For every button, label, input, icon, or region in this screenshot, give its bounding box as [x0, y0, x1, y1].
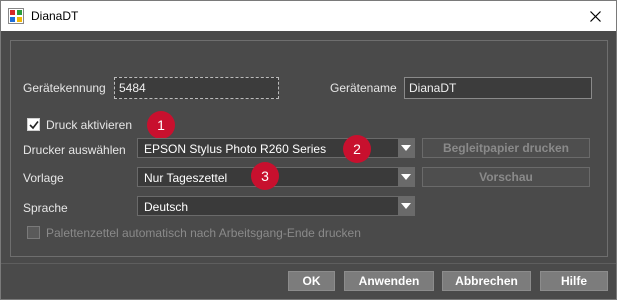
- ok-button[interactable]: OK: [288, 271, 335, 291]
- device-id-field[interactable]: 5484: [114, 77, 279, 99]
- printer-label: Drucker auswählen: [23, 143, 126, 157]
- title-bar[interactable]: DianaDT: [1, 1, 616, 31]
- app-icon: [8, 8, 24, 24]
- cover-print-button[interactable]: Begleitpapier drucken: [422, 138, 590, 158]
- language-select-value: Deutsch: [144, 200, 189, 214]
- close-icon: [589, 10, 601, 22]
- language-label: Sprache: [23, 201, 68, 215]
- dialog-window: DianaDT Gerätekennung 5484 Gerätename Di…: [0, 0, 617, 300]
- printer-select[interactable]: EPSON Stylus Photo R260 Series: [137, 138, 415, 158]
- chevron-down-icon[interactable]: [398, 197, 414, 215]
- device-name-field[interactable]: DianaDT: [404, 77, 592, 99]
- footer-divider: [1, 263, 616, 264]
- checkmark-icon: [28, 120, 39, 129]
- chevron-down-icon[interactable]: [398, 139, 414, 157]
- cancel-button[interactable]: Abbrechen: [442, 271, 531, 291]
- auto-pallet-checkbox[interactable]: [27, 226, 40, 239]
- template-select-value: Nur Tageszettel: [144, 171, 228, 185]
- apply-button[interactable]: Anwenden: [344, 271, 434, 291]
- device-name-label: Gerätename: [330, 81, 397, 95]
- language-select[interactable]: Deutsch: [137, 196, 415, 216]
- badge-1: 1: [147, 111, 175, 139]
- help-button[interactable]: Hilfe: [540, 271, 608, 291]
- close-button[interactable]: [574, 1, 616, 31]
- print-enable-checkbox[interactable]: [27, 118, 40, 131]
- template-label: Vorlage: [23, 171, 64, 185]
- print-enable-label: Druck aktivieren: [46, 118, 133, 132]
- device-id-label: Gerätekennung: [23, 81, 106, 95]
- auto-pallet-label: Palettenzettel automatisch nach Arbeitsg…: [46, 226, 361, 240]
- badge-2: 2: [343, 135, 371, 163]
- printer-select-value: EPSON Stylus Photo R260 Series: [144, 142, 327, 156]
- window-title: DianaDT: [31, 9, 79, 23]
- badge-3: 3: [251, 162, 279, 190]
- preview-button[interactable]: Vorschau: [422, 167, 590, 187]
- chevron-down-icon[interactable]: [398, 168, 414, 186]
